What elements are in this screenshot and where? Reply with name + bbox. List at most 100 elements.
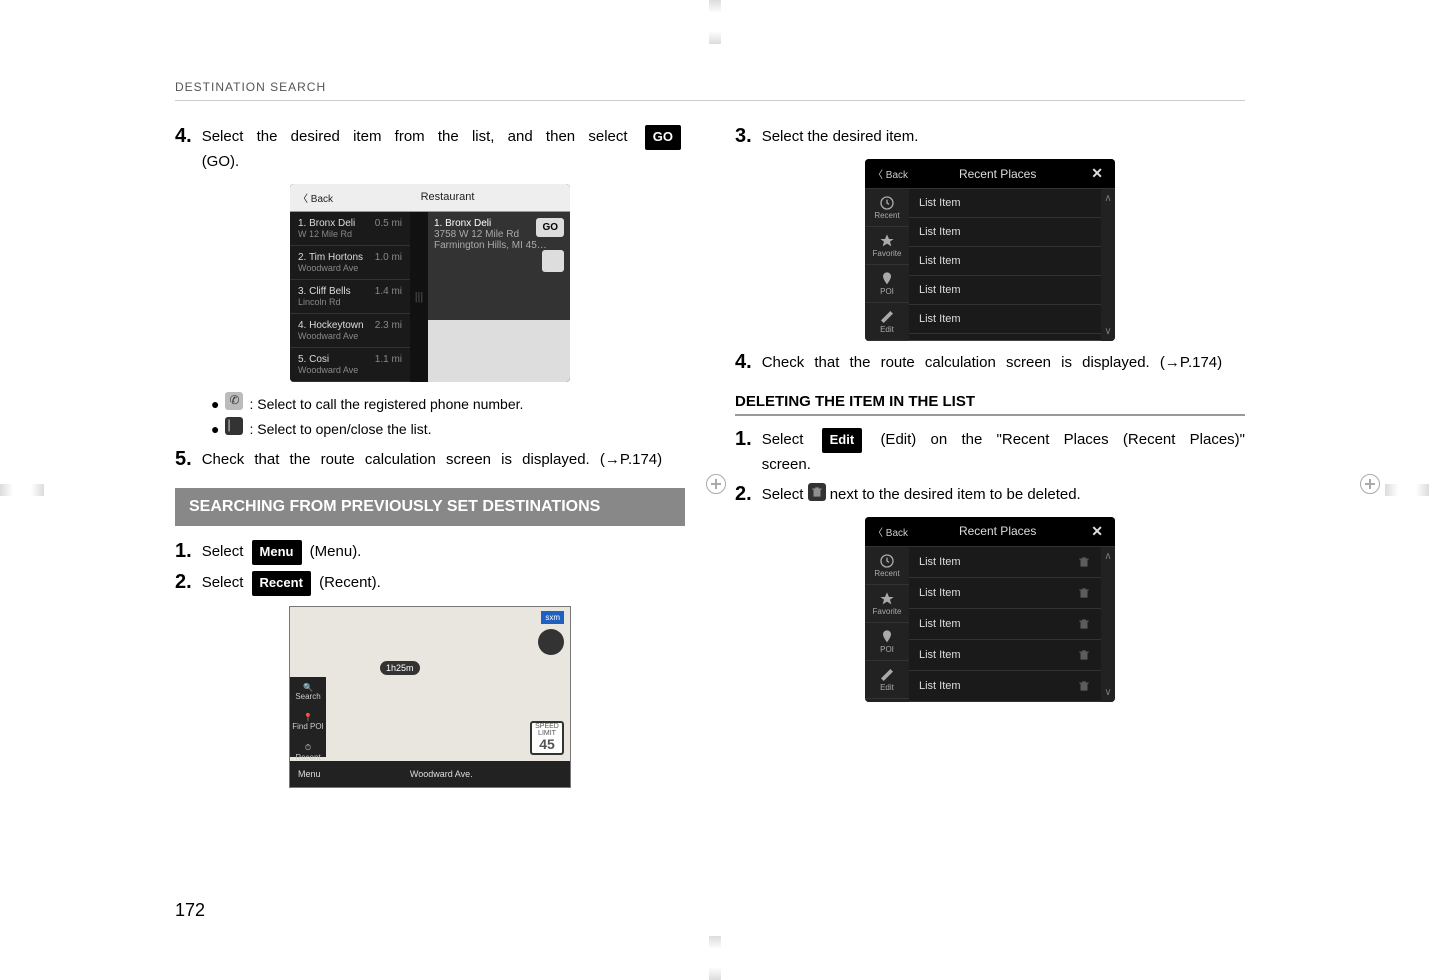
right-column: 3. Select the desired item. 〈 Back Recen… bbox=[735, 119, 1245, 798]
step-number: 1. bbox=[735, 428, 752, 477]
crop-mark-bottom bbox=[709, 936, 721, 980]
text: Select the desired item from the list, a… bbox=[202, 128, 641, 145]
text: Select bbox=[762, 431, 818, 448]
trash-icon[interactable] bbox=[1077, 586, 1091, 600]
text: : Select to open/close the list. bbox=[249, 417, 431, 442]
step-5: 5. Check that the route calculation scre… bbox=[175, 448, 685, 472]
list-item[interactable]: List Item bbox=[909, 609, 1101, 640]
tab-poi[interactable]: POI bbox=[865, 623, 909, 661]
step-number: 2. bbox=[175, 571, 192, 596]
del-step-2: 2. Select next to the desired item to be… bbox=[735, 483, 1245, 507]
step-text: Select Edit (Edit) on the "Recent Places… bbox=[762, 428, 1245, 477]
trash-icon bbox=[808, 483, 826, 501]
detail-panel: 1. Bronx Deli 3758 W 12 Mile Rd Farmingt… bbox=[428, 212, 570, 382]
crop-mark-left bbox=[0, 484, 44, 496]
step-4r: 4. Check that the route calculation scre… bbox=[735, 351, 1245, 375]
go-button-tag: GO bbox=[645, 125, 681, 150]
step-text: Check that the route calculation screen … bbox=[202, 448, 662, 472]
section-heading: SEARCHING FROM PREVIOUSLY SET DESTINATIO… bbox=[175, 488, 685, 526]
list-item: 3. Cliff Bells1.4 miLincoln Rd bbox=[290, 280, 410, 314]
crop-mark-right bbox=[1385, 484, 1429, 496]
tab-favorite[interactable]: Favorite bbox=[865, 585, 909, 623]
restaurant-screenshot: 〈 Back Restaurant 1. Bronx Deli0.5 miW 1… bbox=[290, 184, 570, 382]
scrollbar[interactable]: ∧∨ bbox=[1101, 547, 1115, 702]
tab-poi[interactable]: POI bbox=[865, 265, 909, 303]
back-button[interactable]: 〈 Back bbox=[873, 166, 908, 181]
list-item[interactable]: List Item bbox=[909, 276, 1101, 305]
close-icon[interactable]: ✕ bbox=[1087, 523, 1107, 540]
trash-icon[interactable] bbox=[1077, 679, 1091, 693]
menu-button[interactable]: Menu bbox=[298, 769, 321, 779]
compass-icon[interactable] bbox=[538, 629, 564, 655]
two-column-layout: 4. Select the desired item from the list… bbox=[175, 119, 1245, 798]
back-button[interactable]: 〈 Back bbox=[873, 524, 908, 539]
edit-button-tag: Edit bbox=[822, 428, 863, 453]
list-item[interactable]: List Item bbox=[909, 189, 1101, 218]
street-name: Woodward Ave. bbox=[410, 769, 473, 779]
go-button[interactable]: GO bbox=[536, 218, 564, 237]
tab-favorite[interactable]: Favorite bbox=[865, 227, 909, 265]
left-column: 4. Select the desired item from the list… bbox=[175, 119, 685, 798]
text: (Menu). bbox=[310, 543, 362, 560]
recent-button-tag: Recent bbox=[252, 571, 311, 596]
trash-icon[interactable] bbox=[1077, 555, 1091, 569]
list-item: 1. Bronx Deli0.5 miW 12 Mile Rd bbox=[290, 212, 410, 246]
list-toggle-icon: ⎸ bbox=[225, 417, 243, 435]
edit-button[interactable]: Edit bbox=[865, 303, 909, 341]
crop-mark-top bbox=[709, 0, 721, 44]
restaurant-body: 1. Bronx Deli0.5 miW 12 Mile Rd 2. Tim H… bbox=[290, 212, 570, 382]
step-s2: 2. Select Recent (Recent). bbox=[175, 571, 685, 596]
step-text: Select the desired item from the list, a… bbox=[202, 125, 685, 174]
page-number: 172 bbox=[175, 900, 205, 921]
bullet-list: ● ✆: Select to call the registered phone… bbox=[211, 392, 685, 442]
phone-icon[interactable] bbox=[542, 250, 564, 272]
step-text: Select Recent (Recent). bbox=[202, 571, 381, 596]
scrollbar[interactable]: ∧∨ bbox=[1101, 189, 1115, 341]
text: Select bbox=[202, 574, 248, 591]
list-item[interactable]: List Item bbox=[909, 218, 1101, 247]
trash-icon[interactable] bbox=[1077, 617, 1091, 631]
step-text: Select next to the desired item to be de… bbox=[762, 483, 1081, 507]
trash-icon[interactable] bbox=[1077, 648, 1091, 662]
edit-button[interactable]: Edit bbox=[865, 661, 909, 699]
del-step-1: 1. Select Edit (Edit) on the "Recent Pla… bbox=[735, 428, 1245, 477]
step-number: 5. bbox=[175, 448, 192, 472]
eta-chip: 1h25m bbox=[380, 661, 420, 675]
tab-recent[interactable]: Recent bbox=[865, 189, 909, 227]
tab-recent[interactable]: Recent bbox=[865, 547, 909, 585]
step-number: 4. bbox=[175, 125, 192, 174]
text: Select bbox=[762, 486, 808, 503]
list-item[interactable]: List Item bbox=[909, 640, 1101, 671]
text: (Recent). bbox=[319, 574, 381, 591]
step-text: Select Menu (Menu). bbox=[202, 540, 362, 565]
map-bottom-bar: Menu Woodward Ave. bbox=[290, 761, 570, 787]
screen-title: Recent Places bbox=[959, 524, 1036, 538]
close-icon[interactable]: ✕ bbox=[1087, 165, 1107, 182]
find-poi-button[interactable]: 📍Find POI bbox=[290, 707, 326, 737]
step-s1: 1. Select Menu (Menu). bbox=[175, 540, 685, 565]
page-content: DESTINATION SEARCH 4. Select the desired… bbox=[175, 80, 1245, 798]
list-item[interactable]: List Item bbox=[909, 247, 1101, 276]
text: next to the desired item to be deleted. bbox=[830, 486, 1081, 503]
list-item: 2. Tim Hortons1.0 miWoodward Ave bbox=[290, 246, 410, 280]
list-item[interactable]: List Item bbox=[909, 547, 1101, 578]
recent-places-screenshot: 〈 Back Recent Places ✕ Recent Favorite P… bbox=[865, 159, 1115, 341]
map-thumb bbox=[428, 320, 570, 382]
back-button[interactable]: 〈 Back bbox=[298, 190, 333, 205]
bullet-item: ● ✆: Select to call the registered phone… bbox=[211, 392, 685, 417]
subsection-heading: DELETING THE ITEM IN THE LIST bbox=[735, 393, 1245, 416]
sxm-badge: sxm bbox=[541, 611, 564, 624]
step-text: Check that the route calculation screen … bbox=[762, 351, 1222, 375]
map-screenshot: sxm 🔍Search 📍Find POI ⏱Recent 1h25m SPEE… bbox=[289, 606, 571, 788]
menu-button-tag: Menu bbox=[252, 540, 302, 565]
step-number: 4. bbox=[735, 351, 752, 375]
list-item[interactable]: List Item bbox=[909, 305, 1101, 334]
list-toggle-icon[interactable]: ||| bbox=[410, 212, 428, 382]
restaurant-list[interactable]: 1. Bronx Deli0.5 miW 12 Mile Rd 2. Tim H… bbox=[290, 212, 410, 382]
breadcrumb: DESTINATION SEARCH bbox=[175, 80, 1245, 101]
list-item[interactable]: List Item bbox=[909, 671, 1101, 702]
search-button[interactable]: 🔍Search bbox=[293, 677, 322, 707]
step-3: 3. Select the desired item. bbox=[735, 125, 1245, 149]
recent-places-edit-screenshot: 〈 Back Recent Places ✕ Recent Favorite P… bbox=[865, 517, 1115, 702]
list-item[interactable]: List Item bbox=[909, 578, 1101, 609]
